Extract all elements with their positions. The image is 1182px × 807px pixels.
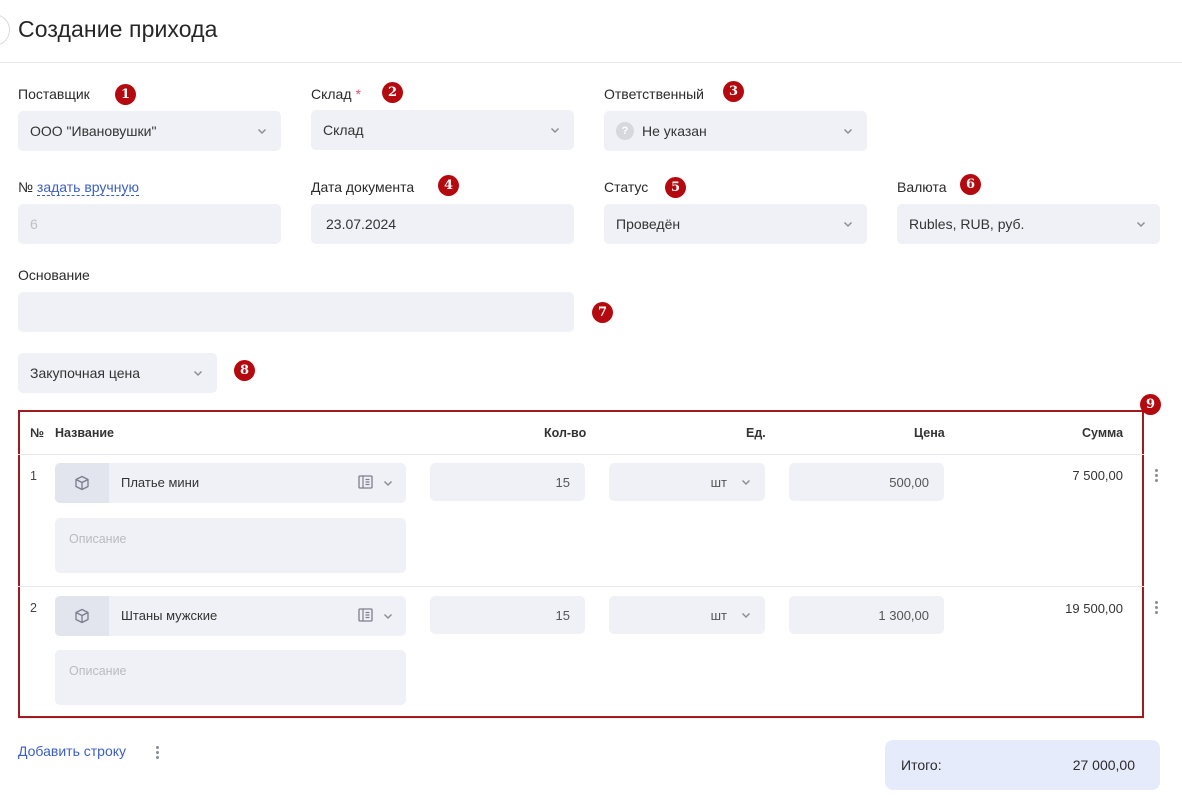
- warehouse-label: Склад *: [311, 86, 361, 102]
- badge-3: 3: [723, 81, 744, 102]
- row-sum: 19 500,00: [1065, 601, 1123, 616]
- chevron-down-icon: [255, 124, 269, 138]
- total-panel: Итого: 27 000,00: [885, 740, 1160, 790]
- badge-8: 8: [234, 360, 255, 381]
- basis-input[interactable]: [18, 292, 574, 332]
- product-name: Платье мини: [121, 475, 200, 490]
- price-type-select[interactable]: Закупочная цена: [18, 353, 217, 393]
- badge-2: 2: [382, 82, 403, 103]
- header-divider: [0, 62, 1182, 63]
- page-title: Создание прихода: [18, 16, 218, 42]
- unit-value: шт: [710, 474, 727, 490]
- box-icon: [55, 463, 109, 503]
- description-input[interactable]: Описание: [55, 650, 406, 705]
- chevron-down-icon[interactable]: [381, 609, 395, 628]
- unit-select[interactable]: шт: [609, 463, 765, 501]
- total-value: 27 000,00: [1072, 757, 1135, 773]
- price-type-value: Закупочная цена: [30, 365, 141, 381]
- chevron-down-icon: [739, 608, 753, 625]
- quantity-input[interactable]: 15: [430, 463, 585, 501]
- number-value: 6: [30, 216, 38, 232]
- catalog-icon[interactable]: [358, 608, 373, 627]
- supplier-value: ООО "Ивановушки": [30, 123, 157, 139]
- back-button[interactable]: [0, 14, 10, 46]
- currency-value: Rubles, RUB, руб.: [909, 216, 1025, 232]
- badge-6: 6: [960, 174, 981, 195]
- unit-value: шт: [710, 607, 727, 623]
- row-menu-icon[interactable]: [1155, 469, 1159, 484]
- warehouse-select[interactable]: Склад: [311, 110, 574, 150]
- responsible-select[interactable]: ? Не указан: [604, 111, 867, 151]
- col-header-unit: Ед.: [746, 426, 766, 440]
- currency-label: Валюта: [897, 179, 947, 195]
- col-header-num: №: [30, 426, 44, 440]
- quantity-input[interactable]: 15: [430, 596, 585, 634]
- product-select[interactable]: Штаны мужские: [55, 596, 406, 636]
- chevron-down-icon: [548, 123, 562, 137]
- responsible-value: Не указан: [642, 123, 707, 139]
- number-input[interactable]: 6: [18, 204, 281, 244]
- badge-5: 5: [665, 177, 686, 198]
- required-mark: *: [355, 86, 361, 102]
- doc-date-input[interactable]: 23.07.2024: [311, 204, 574, 244]
- description-input[interactable]: Описание: [55, 518, 406, 573]
- badge-1: 1: [115, 84, 136, 105]
- add-row-menu-icon[interactable]: [156, 746, 160, 761]
- chevron-down-icon: [841, 124, 855, 138]
- chevron-down-icon: [1134, 217, 1148, 231]
- total-label: Итого:: [901, 757, 942, 773]
- badge-4: 4: [438, 175, 459, 196]
- unit-select[interactable]: шт: [609, 596, 765, 634]
- product-select[interactable]: Платье мини: [55, 463, 406, 503]
- number-label: № задать вручную: [18, 179, 139, 196]
- currency-select[interactable]: Rubles, RUB, руб.: [897, 204, 1160, 244]
- price-input[interactable]: 500,00: [789, 463, 944, 501]
- basis-label: Основание: [18, 267, 90, 283]
- responsible-label: Ответственный: [604, 86, 704, 102]
- product-name: Штаны мужские: [121, 608, 218, 623]
- badge-7: 7: [592, 302, 613, 323]
- chevron-down-icon: [841, 217, 855, 231]
- chevron-down-icon[interactable]: [381, 476, 395, 495]
- supplier-label: Поставщик: [18, 86, 90, 102]
- doc-date-label: Дата документа: [311, 179, 415, 195]
- status-select[interactable]: Проведён: [604, 204, 867, 244]
- header-divider-line: [18, 454, 1144, 455]
- warehouse-value: Склад: [323, 122, 364, 138]
- col-header-sum: Сумма: [1082, 426, 1124, 440]
- row-sum: 7 500,00: [1072, 468, 1123, 483]
- col-header-qty: Кол-во: [544, 426, 587, 440]
- row-divider-line: [18, 586, 1144, 587]
- row-number: 2: [30, 601, 37, 615]
- question-icon: ?: [616, 122, 634, 140]
- supplier-select[interactable]: ООО "Ивановушки": [18, 111, 281, 151]
- col-header-price: Цена: [914, 426, 945, 440]
- add-row-button[interactable]: Добавить строку: [18, 743, 126, 759]
- chevron-down-icon: [739, 475, 753, 492]
- chevron-down-icon: [191, 366, 205, 380]
- price-input[interactable]: 1 300,00: [789, 596, 944, 634]
- status-value: Проведён: [616, 216, 681, 232]
- col-header-name: Название: [55, 426, 115, 440]
- catalog-icon[interactable]: [358, 475, 373, 494]
- badge-9: 9: [1140, 394, 1161, 415]
- box-icon: [55, 596, 109, 636]
- status-label: Статус: [604, 179, 649, 195]
- table-bottom-line: [18, 718, 1144, 719]
- row-number: 1: [30, 469, 37, 483]
- doc-date-value: 23.07.2024: [326, 216, 397, 232]
- set-manually-link[interactable]: задать вручную: [36, 179, 139, 196]
- row-menu-icon[interactable]: [1155, 601, 1159, 616]
